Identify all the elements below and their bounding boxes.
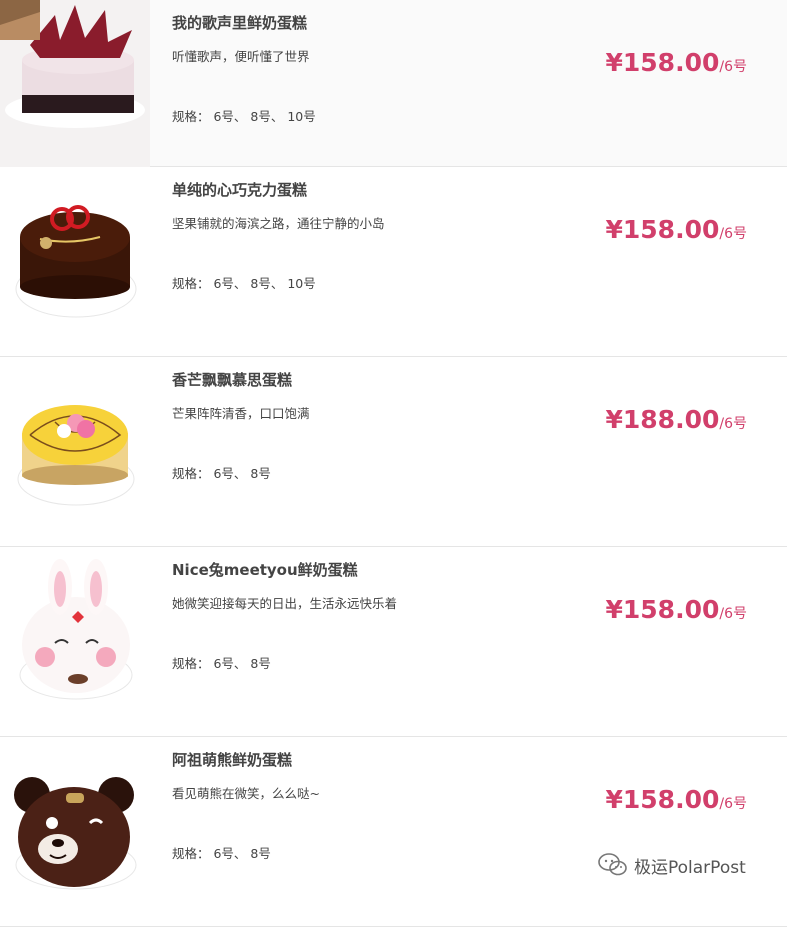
product-name[interactable]: 我的歌声里鲜奶蛋糕: [172, 12, 307, 33]
product-item[interactable]: 我的歌声里鲜奶蛋糕 听懂歌声，便听懂了世界 规格： 6号、 8号、 10号 ¥1…: [0, 0, 787, 167]
product-item[interactable]: 阿祖萌熊鲜奶蛋糕 看见萌熊在微笑，么么哒~ 规格： 6号、 8号 ¥158.00…: [0, 737, 787, 927]
price-unit: /6号: [719, 416, 747, 432]
product-name[interactable]: Nice兔meetyou鲜奶蛋糕: [172, 559, 358, 580]
product-description: 她微笑迎接每天的日出，生活永远快乐着: [172, 596, 398, 611]
wechat-icon: [598, 852, 628, 878]
price-amount: ¥158.00: [605, 595, 720, 624]
product-spec: 规格： 6号、 8号、 10号: [172, 276, 316, 291]
product-image-red-leaves-cake[interactable]: [0, 0, 150, 167]
price-amount: ¥158.00: [605, 48, 720, 77]
product-spec: 规格： 6号、 8号、 10号: [172, 109, 316, 124]
product-name[interactable]: 香芒飘飘慕思蛋糕: [172, 369, 292, 390]
product-image-chocolate-heart-cake[interactable]: [0, 167, 150, 356]
product-item[interactable]: 香芒飘飘慕思蛋糕 芒果阵阵清香，口口饱满 规格： 6号、 8号 ¥188.00/…: [0, 357, 787, 547]
product-description: 芒果阵阵清香，口口饱满: [172, 406, 310, 421]
product-name[interactable]: 单纯的心巧克力蛋糕: [172, 179, 307, 200]
product-image-bunny-cake[interactable]: [0, 547, 150, 736]
price-amount: ¥188.00: [605, 405, 720, 434]
product-price: ¥158.00/6号: [606, 48, 748, 77]
product-name[interactable]: 阿祖萌熊鲜奶蛋糕: [172, 749, 292, 770]
product-price: ¥158.00/6号: [606, 215, 748, 244]
watermark-text: 极运PolarPost: [634, 857, 746, 878]
watermark: 极运PolarPost: [598, 852, 746, 878]
price-unit: /6号: [719, 59, 747, 75]
price-amount: ¥158.00: [605, 215, 720, 244]
product-description: 看见萌熊在微笑，么么哒~: [172, 786, 320, 801]
product-item[interactable]: Nice兔meetyou鲜奶蛋糕 她微笑迎接每天的日出，生活永远快乐着 规格： …: [0, 547, 787, 737]
price-unit: /6号: [719, 226, 747, 242]
product-description: 听懂歌声，便听懂了世界: [172, 49, 310, 64]
product-spec: 规格： 6号、 8号: [172, 846, 271, 861]
product-description: 坚果铺就的海滨之路，通往宁静的小岛: [172, 216, 385, 231]
product-price: ¥188.00/6号: [606, 405, 748, 434]
price-amount: ¥158.00: [605, 785, 720, 814]
product-item[interactable]: 单纯的心巧克力蛋糕 坚果铺就的海滨之路，通往宁静的小岛 规格： 6号、 8号、 …: [0, 167, 787, 357]
product-spec: 规格： 6号、 8号: [172, 656, 271, 671]
price-unit: /6号: [719, 796, 747, 812]
product-list: 我的歌声里鲜奶蛋糕 听懂歌声，便听懂了世界 规格： 6号、 8号、 10号 ¥1…: [0, 0, 787, 927]
product-image-bear-cake[interactable]: [0, 737, 150, 926]
product-spec: 规格： 6号、 8号: [172, 466, 271, 481]
product-image-mango-mousse-cake[interactable]: [0, 357, 150, 546]
price-unit: /6号: [719, 606, 747, 622]
product-price: ¥158.00/6号: [606, 785, 748, 814]
product-price: ¥158.00/6号: [606, 595, 748, 624]
